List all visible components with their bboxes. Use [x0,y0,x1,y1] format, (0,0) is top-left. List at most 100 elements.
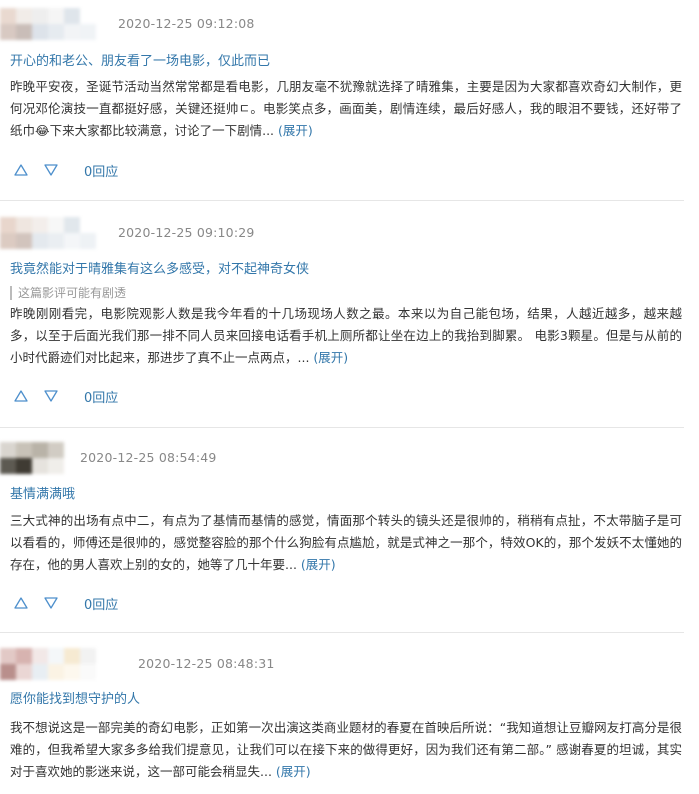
avatar-tile [32,442,48,458]
avatar-tile-column [16,648,32,680]
avatar-tile [64,8,80,24]
review-title[interactable]: 基情满满哦 [10,483,75,502]
avatar-tile [0,664,16,680]
expand-link[interactable]: (展开) [301,557,336,572]
avatar-tile [80,664,96,680]
avatar-tile-column [16,217,32,249]
avatar-tile-column [32,648,48,680]
avatar-tile-column [64,648,80,680]
reply-count-link[interactable]: 0回应 [84,387,118,406]
avatar-tile-column [48,217,64,249]
avatar-tile [0,233,16,249]
avatar-tile [32,24,48,40]
review-timestamp: 2020-12-25 09:10:29 [118,225,255,240]
avatar-tile [16,648,32,664]
avatar[interactable] [0,8,96,40]
avatar-tile [64,233,80,249]
review-text: 我不想说这是一部完美的奇幻电影，正如第一次出演这类商业题材的春夏在首映后所说：“… [10,720,682,779]
avatar-tile [48,442,64,458]
avatar-tile [16,458,32,474]
avatar-tile [32,233,48,249]
expand-link[interactable]: (展开) [278,123,313,138]
avatar-tile [0,217,16,233]
avatar-tile [80,648,96,664]
avatar-tile [48,664,64,680]
avatar-tile [0,458,16,474]
avatar-tile-column [32,217,48,249]
avatar-tile [16,442,32,458]
avatar-tile-column [16,8,32,40]
avatar-tile [0,8,16,24]
review-title[interactable]: 开心的和老公、朋友看了一场电影，仅此而已 [10,50,270,69]
avatar-tile [48,648,64,664]
avatar-tile [16,217,32,233]
avatar-tile-column [48,8,64,40]
avatar[interactable] [0,648,96,680]
reply-count-link[interactable]: 0回应 [84,594,118,613]
review-timestamp: 2020-12-25 09:12:08 [118,16,255,31]
upvote-button[interactable] [12,161,30,179]
avatar-tile [80,233,96,249]
downvote-button[interactable] [42,387,60,405]
upvote-button[interactable] [12,387,30,405]
avatar-tile [48,8,64,24]
avatar-tile-column [80,217,96,249]
triangle-down-icon [44,164,58,176]
review-body: 我不想说这是一部完美的奇幻电影，正如第一次出演这类商业题材的春夏在首映后所说：“… [10,717,682,783]
triangle-up-icon [14,597,28,609]
review-actions: 0回应 [12,594,118,613]
avatar-tile [16,24,32,40]
review-title[interactable]: 愿你能找到想守护的人 [10,688,140,707]
avatar[interactable] [0,217,96,249]
review-card: 2020-12-25 09:12:08 开心的和老公、朋友看了一场电影，仅此而已… [0,0,699,200]
avatar-tile [16,233,32,249]
avatar-tile [48,458,64,474]
review-text: 三大式神的出场有点中二，有点为了基情而基情的感觉，情面那个转头的镜头还是很帅的，… [10,513,682,572]
avatar-tile [64,664,80,680]
avatar-tile [32,664,48,680]
review-timestamp: 2020-12-25 08:48:31 [138,656,275,671]
avatar-tile [80,24,96,40]
avatar-tile [32,648,48,664]
avatar-tile-column [32,8,48,40]
triangle-up-icon [14,390,28,402]
review-title[interactable]: 我竟然能对于晴雅集有这么多感受，对不起神奇女侠 [10,258,309,277]
expand-link[interactable]: (展开) [276,764,311,779]
avatar-tile-column [0,8,16,40]
avatar[interactable] [0,442,64,474]
review-actions: 0回应 [12,161,118,180]
avatar-tile-column [48,442,64,474]
review-actions: 0回应 [12,387,118,406]
reply-count-link[interactable]: 0回应 [84,161,118,180]
avatar-tile [0,442,16,458]
avatar-tile-column [0,217,16,249]
avatar-tile [48,233,64,249]
avatar-tile [16,8,32,24]
avatar-tile-column [0,648,16,680]
avatar-tile [32,217,48,233]
downvote-button[interactable] [42,594,60,612]
review-text: 昨晚平安夜，圣诞节活动当然常常都是看电影，几朋友毫不犹豫就选择了晴雅集，主要是因… [10,79,682,138]
triangle-up-icon [14,164,28,176]
upvote-button[interactable] [12,594,30,612]
downvote-button[interactable] [42,161,60,179]
avatar-tile-column [64,217,80,249]
avatar-tile [64,217,80,233]
avatar-tile [0,24,16,40]
avatar-tile [32,8,48,24]
avatar-tile [48,217,64,233]
avatar-tile-column [0,442,16,474]
avatar-tile [0,648,16,664]
review-timestamp: 2020-12-25 08:54:49 [80,450,217,465]
review-card: 2020-12-25 08:48:31 愿你能找到想守护的人 我不想说这是一部完… [0,633,699,794]
review-card: 2020-12-25 09:10:29 我竟然能对于晴雅集有这么多感受，对不起神… [0,201,699,427]
avatar-tile [64,24,80,40]
review-card: 2020-12-25 08:54:49 基情满满哦 三大式神的出场有点中二，有点… [0,428,699,632]
avatar-tile-column [48,648,64,680]
expand-link[interactable]: (展开) [313,350,348,365]
avatar-tile [64,648,80,664]
review-body: 三大式神的出场有点中二，有点为了基情而基情的感觉，情面那个转头的镜头还是很帅的，… [10,510,682,576]
avatar-tile-column [80,8,96,40]
review-body: 昨晚平安夜，圣诞节活动当然常常都是看电影，几朋友毫不犹豫就选择了晴雅集，主要是因… [10,76,682,142]
review-feed: 2020-12-25 09:12:08 开心的和老公、朋友看了一场电影，仅此而已… [0,0,699,794]
